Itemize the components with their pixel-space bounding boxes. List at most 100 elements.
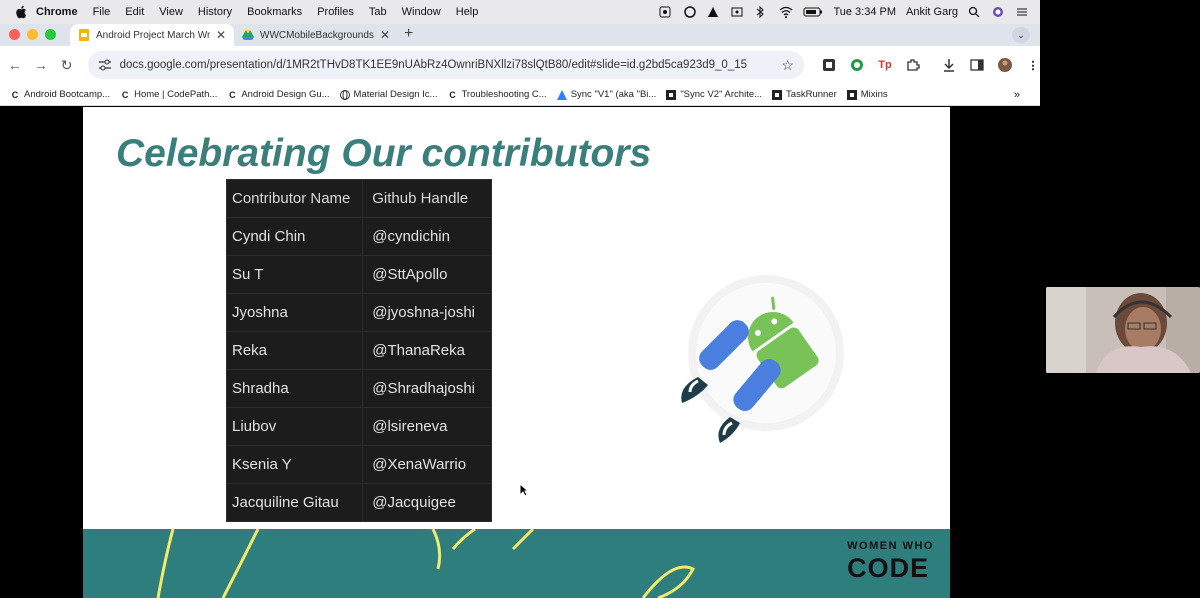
table-row: Jyoshna @jyoshna-joshi — [225, 293, 492, 332]
bookmark-item[interactable]: Material Design Ic... — [339, 89, 438, 100]
browser-toolbar: ← → ↻ docs.google.com/presentation/d/1MR… — [0, 46, 1040, 84]
contributor-name: Ksenia Y — [225, 445, 364, 484]
reload-icon[interactable]: ↻ — [54, 57, 80, 74]
bluetooth-icon[interactable] — [755, 5, 769, 19]
bookmark-item[interactable]: "Sync V2" Archite... — [666, 89, 762, 100]
slide[interactable]: Celebrating Our contributors Contributor… — [83, 107, 950, 598]
table-row: Shradha @Shradhajoshi — [225, 369, 492, 408]
menu-file[interactable]: File — [93, 6, 111, 18]
site-info-icon[interactable] — [98, 59, 112, 71]
spotlight-search-icon[interactable] — [968, 6, 982, 18]
menu-view[interactable]: View — [159, 6, 183, 18]
menu-help[interactable]: Help — [456, 6, 479, 18]
close-tab-icon[interactable]: ✕ — [380, 28, 390, 42]
logo-line2: CODE — [847, 553, 930, 583]
tab-label: Android Project March Wrap — [96, 29, 210, 41]
contributor-name: Liubov — [225, 407, 364, 446]
github-handle: @XenaWarrio — [362, 445, 492, 484]
bookmark-item[interactable]: Sync "V1" (aka "Bi... — [556, 89, 657, 100]
address-bar[interactable]: docs.google.com/presentation/d/1MR2tTHvD… — [87, 51, 804, 79]
contributor-name: Jacquiline Gitau — [225, 483, 364, 522]
extension-icon-tp[interactable]: Tp — [878, 58, 892, 72]
bookmark-item[interactable]: C Home | CodePath... — [120, 89, 218, 100]
contributor-name: Jyoshna — [225, 293, 364, 332]
profile-avatar[interactable] — [997, 58, 1012, 72]
table-row: Reka @ThanaReka — [225, 331, 492, 370]
notion-icon — [846, 89, 857, 100]
bookmark-item[interactable]: Mixins — [846, 89, 888, 100]
bookmark-label: Mixins — [860, 89, 888, 100]
bookmark-item[interactable]: C Android Design Gu... — [227, 89, 329, 100]
apple-icon[interactable] — [14, 5, 28, 19]
screen-share-icon[interactable] — [731, 6, 745, 18]
extension-icon-1[interactable] — [822, 58, 836, 72]
close-tab-icon[interactable]: ✕ — [216, 28, 226, 42]
menu-bookmarks[interactable]: Bookmarks — [247, 6, 302, 18]
bookmark-star-icon[interactable]: ☆ — [781, 57, 794, 74]
bookmark-label: TaskRunner — [786, 89, 837, 100]
bookmark-label: Android Bootcamp... — [24, 89, 111, 100]
header-contributor-name: Contributor Name — [225, 179, 364, 218]
control-center-icon[interactable] — [1016, 6, 1030, 18]
browser-tabstrip: Android Project March Wrap ✕ WWCMobileBa… — [0, 24, 1040, 46]
table-row: Cyndi Chin @cyndichin — [225, 217, 492, 256]
atlassian-icon — [556, 89, 567, 100]
macos-menubar: Chrome File Edit View History Bookmarks … — [0, 0, 1040, 24]
bookmark-item[interactable]: C Android Bootcamp... — [10, 89, 110, 100]
tab-wwc-backgrounds[interactable]: WWCMobileBackgrounds - G ✕ — [234, 24, 398, 46]
url-text[interactable]: docs.google.com/presentation/d/1MR2tTHvD… — [120, 59, 782, 71]
close-window-button[interactable] — [9, 29, 20, 40]
menu-window[interactable]: Window — [402, 6, 441, 18]
contributor-name: Shradha — [225, 369, 364, 408]
menu-app-name[interactable]: Chrome — [36, 6, 78, 18]
creative-cloud-icon[interactable] — [683, 6, 697, 18]
decorative-scribbles — [156, 529, 696, 598]
table-row: Jacquiline Gitau @Jacquigee — [225, 483, 492, 522]
window-controls — [9, 29, 56, 40]
menu-history[interactable]: History — [198, 6, 232, 18]
bookmark-label: Home | CodePath... — [134, 89, 218, 100]
bookmark-item[interactable]: TaskRunner — [772, 89, 837, 100]
download-icon[interactable] — [942, 58, 956, 72]
more-bookmarks-chevron-icon[interactable]: » — [1014, 89, 1020, 101]
bookmark-label: Troubleshooting C... — [461, 89, 547, 100]
bookmark-label: "Sync V2" Archite... — [680, 89, 763, 100]
contributor-name: Reka — [225, 331, 364, 370]
bookmarks-bar: C Android Bootcamp... C Home | CodePath...… — [0, 84, 1040, 106]
bookmark-label: Android Design Gu... — [241, 89, 330, 100]
google-slides-icon — [78, 29, 90, 41]
clock-text[interactable]: Tue 3:34 PM — [833, 6, 896, 18]
new-tab-button[interactable]: + — [404, 25, 413, 43]
minimize-window-button[interactable] — [27, 29, 38, 40]
extension-icon-2[interactable] — [850, 58, 864, 72]
bookmark-item[interactable]: C Troubleshooting C... — [447, 89, 546, 100]
github-handle: @SttApollo — [362, 255, 492, 294]
siri-icon[interactable] — [992, 6, 1006, 18]
tab-android-project[interactable]: Android Project March Wrap ✕ — [70, 24, 234, 46]
side-panel-icon[interactable] — [970, 58, 984, 72]
webcam-video-tile[interactable] — [1046, 287, 1200, 373]
slide-footer-band: WOMEN WHO CODE — [83, 529, 950, 598]
tab-search-chevron-icon[interactable]: ⌄ — [1012, 27, 1030, 43]
github-handle: @Shradhajoshi — [362, 369, 492, 408]
notion-icon — [666, 89, 677, 100]
battery-icon[interactable] — [803, 6, 823, 18]
logo-line1: WOMEN WHO — [847, 540, 934, 552]
bookmark-label: Material Design Ic... — [353, 89, 438, 100]
user-name[interactable]: Ankit Garg — [906, 6, 958, 18]
forward-arrow-icon[interactable]: → — [28, 57, 54, 73]
wifi-icon[interactable] — [779, 6, 793, 18]
table-row: Liubov @lsireneva — [225, 407, 492, 446]
back-arrow-icon[interactable]: ← — [2, 57, 28, 73]
bookmark-label: Sync "V1" (aka "Bi... — [570, 89, 657, 100]
menu-tab[interactable]: Tab — [369, 6, 387, 18]
menu-edit[interactable]: Edit — [125, 6, 144, 18]
table-header-row: Contributor Name Github Handle — [225, 179, 492, 218]
codepath-icon: C — [11, 89, 19, 100]
extensions-puzzle-icon[interactable] — [906, 58, 920, 72]
zoom-window-button[interactable] — [45, 29, 56, 40]
menu-profiles[interactable]: Profiles — [317, 6, 354, 18]
drive-triangle-icon[interactable] — [707, 6, 721, 18]
more-menu-icon[interactable]: ⋮ — [1026, 58, 1040, 72]
record-status-icon[interactable] — [659, 6, 673, 18]
